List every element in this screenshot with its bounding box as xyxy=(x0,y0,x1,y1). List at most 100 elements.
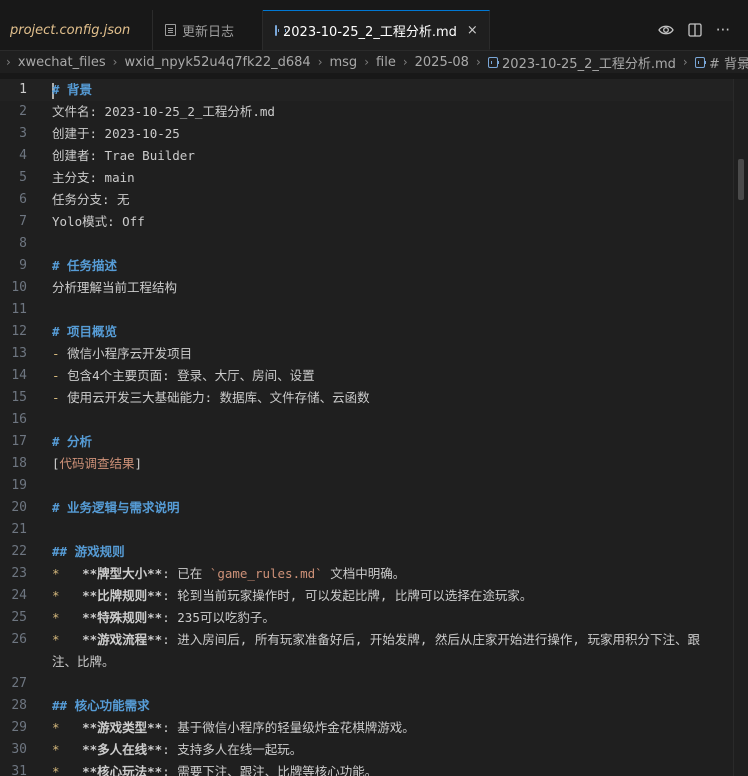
bold-text: **特殊规则** xyxy=(82,610,163,625)
breadcrumb-item[interactable]: msg xyxy=(330,55,358,70)
plain-text: 文档中明确。 xyxy=(322,566,406,581)
scrollbar-thumb[interactable] xyxy=(738,159,744,200)
list-bullet: - xyxy=(52,346,60,361)
breadcrumb-item[interactable]: # 背景 xyxy=(709,53,748,72)
list-text: 包含4个主要页面: 登录、大厅、房间、设置 xyxy=(67,368,315,383)
line-number: 8 xyxy=(19,236,27,251)
editor-line: 16 xyxy=(0,409,748,431)
breadcrumb-item[interactable]: file xyxy=(376,55,396,70)
tab-label: 更新日志 xyxy=(182,24,235,40)
chevron-right-icon: › xyxy=(364,55,370,69)
line-content: # 背景 xyxy=(52,79,718,101)
heading-text: # 分析 xyxy=(52,434,93,449)
eye-icon[interactable] xyxy=(657,23,674,37)
editor-line: 6 任务分支: 无 xyxy=(0,189,748,211)
line-content: 创建者: Trae Builder xyxy=(52,148,195,163)
breadcrumb: › xwechat_files › wxid_npyk52u4q7fk22_d6… xyxy=(0,51,748,73)
editor-line: 23 * **牌型大小**: 已在 `game_rules.md` 文档中明确。 xyxy=(0,563,748,585)
tab-analysis-md[interactable]: 2023-10-25_2_工程分析.md × xyxy=(263,10,490,50)
breadcrumb-item[interactable]: xwechat_files xyxy=(18,55,106,70)
heading-text: # 业务逻辑与需求说明 xyxy=(52,500,180,515)
bold-text: **游戏类型** xyxy=(82,720,163,735)
line-number: 10 xyxy=(11,280,27,295)
line-number: 25 xyxy=(11,610,27,625)
line-content: 文件名: 2023-10-25_2_工程分析.md xyxy=(52,104,275,119)
heading-text: # 背景 xyxy=(52,82,93,97)
line-number: 12 xyxy=(11,324,27,339)
line-number: 17 xyxy=(11,434,27,449)
plain-text: : 235可以吃豹子。 xyxy=(162,610,275,625)
line-content: - 使用云开发三大基础能力: 数据库、文件存储、云函数 xyxy=(52,387,718,409)
line-number: 2 xyxy=(19,104,27,119)
breadcrumb-item[interactable]: 2025-08 xyxy=(415,55,469,70)
chevron-right-icon: › xyxy=(475,55,481,69)
line-number: 4 xyxy=(19,148,27,163)
editor-line: 15 - 使用云开发三大基础能力: 数据库、文件存储、云函数 xyxy=(0,387,748,409)
line-number: 23 xyxy=(11,566,27,581)
chevron-right-icon: › xyxy=(112,55,118,69)
vertical-scrollbar[interactable] xyxy=(733,79,748,776)
tab-project-config[interactable]: project.config.json xyxy=(0,10,153,50)
line-content: * **游戏流程**: 进入房间后, 所有玩家准备好后, 开始发牌, 然后从庄家… xyxy=(52,629,718,673)
editor-line: 10 分析理解当前工程结构 xyxy=(0,277,748,299)
editor-line: 22 ## 游戏规则 xyxy=(0,541,748,563)
tab-changelog[interactable]: 更新日志 xyxy=(153,10,263,50)
editor-actions: ··· xyxy=(657,10,748,50)
line-number: 9 xyxy=(19,258,27,273)
editor-line: 26 * **游戏流程**: 进入房间后, 所有玩家准备好后, 开始发牌, 然后… xyxy=(0,629,748,673)
more-actions-icon[interactable]: ··· xyxy=(716,21,730,39)
editor-line: 20 # 业务逻辑与需求说明 xyxy=(0,497,748,519)
editor-line: 5 主分支: main xyxy=(0,167,748,189)
plain-text: : 支持多人在线一起玩。 xyxy=(162,742,303,757)
code-editor[interactable]: 1 # 背景 2 文件名: 2023-10-25_2_工程分析.md 3 创建于… xyxy=(0,79,748,776)
list-bullet: * xyxy=(52,742,60,757)
editor-line: 14 - 包含4个主要页面: 登录、大厅、房间、设置 xyxy=(0,365,748,387)
line-number: 21 xyxy=(11,522,27,537)
line-content: 主分支: main xyxy=(52,170,135,185)
tab-label: project.config.json xyxy=(10,22,131,38)
bold-text: **比牌规则** xyxy=(82,588,163,603)
line-number: 26 xyxy=(11,632,27,647)
editor-line: 29 * **游戏类型**: 基于微信小程序的轻量级炸金花棋牌游戏。 xyxy=(0,717,748,739)
list-bullet: * xyxy=(52,566,60,581)
line-number: 22 xyxy=(11,544,27,559)
line-number: 29 xyxy=(11,720,27,735)
split-editor-icon[interactable] xyxy=(688,23,702,37)
line-number: 1 xyxy=(19,82,27,97)
line-number: 14 xyxy=(11,368,27,383)
line-number: 19 xyxy=(11,478,27,493)
close-tab-icon[interactable]: × xyxy=(467,23,478,38)
editor-line: 18 [代码调查结果] xyxy=(0,453,748,475)
line-number: 16 xyxy=(11,412,27,427)
line-number: 18 xyxy=(11,456,27,471)
breadcrumb-item[interactable]: wxid_npyk52u4q7fk22_d684 xyxy=(124,55,310,70)
editor-line: 4 创建者: Trae Builder xyxy=(0,145,748,167)
breadcrumb-item[interactable]: 2023-10-25_2_工程分析.md xyxy=(502,53,676,72)
markdown-file-icon xyxy=(275,24,286,36)
line-content: * **多人在线**: 支持多人在线一起玩。 xyxy=(52,739,718,761)
line-number: 3 xyxy=(19,126,27,141)
list-bullet: * xyxy=(52,588,60,603)
editor-line: 13 - 微信小程序云开发项目 xyxy=(0,343,748,365)
chevron-right-icon: › xyxy=(317,55,323,69)
editor-line: 31 * **核心玩法**: 需要下注、跟注、比牌等核心功能。 xyxy=(0,761,748,776)
inline-code: `game_rules.md` xyxy=(209,566,323,581)
line-content: * **特殊规则**: 235可以吃豹子。 xyxy=(52,607,718,629)
editor-line: 17 # 分析 xyxy=(0,431,748,453)
editor-line: 25 * **特殊规则**: 235可以吃豹子。 xyxy=(0,607,748,629)
chevron-right-icon: › xyxy=(402,55,408,69)
line-number: 5 xyxy=(19,170,27,185)
line-content: * **核心玩法**: 需要下注、跟注、比牌等核心功能。 xyxy=(52,761,718,776)
line-content: 分析理解当前工程结构 xyxy=(52,280,178,295)
link-text[interactable]: 代码调查结果 xyxy=(60,456,135,471)
line-number: 15 xyxy=(11,390,27,405)
editor-line: 28 ## 核心功能需求 xyxy=(0,695,748,717)
editor-line: 2 文件名: 2023-10-25_2_工程分析.md xyxy=(0,101,748,123)
editor-line: 12 # 项目概览 xyxy=(0,321,748,343)
editor-line: 1 # 背景 xyxy=(0,79,748,101)
line-number: 30 xyxy=(11,742,27,757)
tab-label: 2023-10-25_2_工程分析.md xyxy=(283,24,457,40)
editor-line: 3 创建于: 2023-10-25 xyxy=(0,123,748,145)
plain-text: : 需要下注、跟注、比牌等核心功能。 xyxy=(162,764,378,776)
line-content: Yolo模式: Off xyxy=(52,214,145,229)
